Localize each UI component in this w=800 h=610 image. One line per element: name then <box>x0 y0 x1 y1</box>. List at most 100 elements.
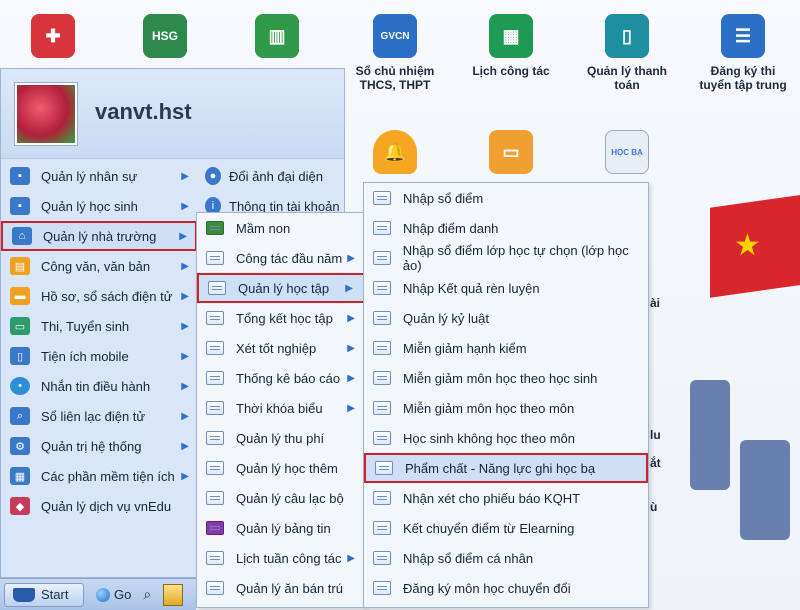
side-text: ù <box>650 500 658 514</box>
submenu-item-label: Đăng ký môn học chuyển đổi <box>403 580 571 596</box>
quan-ly-thanh-toan-label: Quản lý thanh toán <box>586 64 667 92</box>
registration-list-icon: ☰ <box>721 14 765 58</box>
lich-cong-tac-app[interactable]: ▦ Lịch công tác <box>466 14 556 78</box>
submenu-item-label: Xét tốt nghiệp <box>236 340 317 356</box>
wallet-app[interactable]: ▭ <box>466 130 556 180</box>
submenu-item-tong-ket[interactable]: Tổng kết học tập ▶ <box>197 303 365 333</box>
submenu-nha-truong: Mầm non Công tác đầu năm ▶ Quản lý học t… <box>196 212 366 608</box>
student-icon: ▪ <box>10 197 30 215</box>
submenu-item-thong-ke[interactable]: Thống kê báo cáo ▶ <box>197 363 365 393</box>
go-button[interactable]: Go <box>96 587 131 602</box>
submenu-item-mien-giam-hanh-kiem[interactable]: Miễn giảm hạnh kiểm <box>364 333 648 363</box>
quick-launch-icon[interactable] <box>163 583 184 606</box>
menu-item-doi-anh[interactable]: ● Đổi ảnh đại diện <box>199 161 345 191</box>
menu-item-quan-tri[interactable]: ⚙ Quản trị hệ thống ▶ <box>1 431 197 461</box>
menu-item-nhan-tin[interactable]: • Nhắn tin điều hành ▶ <box>1 371 197 401</box>
menu-item-so-lien-lac[interactable]: ⌕ Sổ liên lạc điện tử ▶ <box>1 401 197 431</box>
so-chu-nhiem-label: Sổ chủ nhiệm THCS, THPT <box>355 64 435 92</box>
submenu-item-bang-tin[interactable]: Quản lý bảng tin <box>197 513 365 543</box>
submenu-item-label: Miễn giảm môn học theo học sinh <box>403 370 598 386</box>
submenu-item-so-diem-ca-nhan[interactable]: Nhập sổ điểm cá nhân <box>364 543 648 573</box>
submenu-item-nhap-so-diem[interactable]: Nhập sổ điểm <box>364 183 648 213</box>
chevron-right-icon: ▶ <box>181 290 189 302</box>
start-button[interactable]: Start <box>4 582 84 607</box>
submenu-item-ren-luyen[interactable]: Nhập Kết quả rèn luyện <box>364 273 648 303</box>
quan-ly-thanh-toan-app[interactable]: ▯ Quản lý thanh toán <box>582 14 672 92</box>
submenu-item-lop-tu-chon[interactable]: Nhập sổ điểm lớp học tự chọn (lớp học ảo… <box>364 243 648 273</box>
submenu-item-label: Quản lý thu phí <box>236 430 325 446</box>
submenu-item-cau-lac-bo[interactable]: Quản lý câu lạc bộ <box>197 483 365 513</box>
menu-item-label: Sổ liên lạc điện tử <box>41 408 146 424</box>
menu-item-label: Quản trị hệ thống <box>41 438 142 454</box>
menu-item-nha-truong[interactable]: ⌂ Quản lý nhà trường ▶ <box>1 221 197 251</box>
submenu-item-mam-non[interactable]: Mầm non <box>197 213 365 243</box>
menu-item-thi-tuyen-sinh[interactable]: ▭ Thi, Tuyển sinh ▶ <box>1 311 197 341</box>
submenu-item-mon-chuyen-doi[interactable]: Đăng ký môn học chuyển đổi <box>364 573 648 603</box>
clipboard-app[interactable]: ▥ <box>232 14 322 64</box>
menu-item-hoc-sinh[interactable]: ▪ Quản lý học sinh ▶ <box>1 191 197 221</box>
list-window-icon <box>373 371 391 385</box>
list-window-icon <box>373 581 391 595</box>
submenu-item-hoc-them[interactable]: Quản lý học thêm <box>197 453 365 483</box>
phone-payment-icon: ▯ <box>605 14 649 58</box>
graduation-cap-icon <box>13 587 35 602</box>
list-window-icon <box>206 581 224 595</box>
submenu-item-ban-tru[interactable]: Quản lý ăn bán trú <box>197 573 365 603</box>
submenu-item-thoi-khoa-bieu[interactable]: Thời khóa biểu ▶ <box>197 393 365 423</box>
submenu-item-lich-tuan[interactable]: Lịch tuần công tác ▶ <box>197 543 365 573</box>
submenu-item-ket-chuyen-elearning[interactable]: Kết chuyển điểm từ Elearning <box>364 513 648 543</box>
apps-grid-icon: ▦ <box>10 467 30 485</box>
menu-item-nhan-su[interactable]: ▪ Quản lý nhân sự ▶ <box>1 161 197 191</box>
medical-kit-app[interactable]: ✚ <box>8 14 98 64</box>
submenu-item-label: Kết chuyển điểm từ Elearning <box>403 520 575 536</box>
user-header: vanvt.hst <box>1 69 344 159</box>
side-text: lu <box>650 428 661 442</box>
hsg-app[interactable]: HSG <box>120 14 210 64</box>
taskbar: Start Go ⌕ <box>0 578 196 610</box>
submenu-item-mien-giam-mon[interactable]: Miễn giảm môn học theo môn <box>364 393 648 423</box>
chevron-right-icon: ▶ <box>181 320 189 332</box>
start-label: Start <box>41 587 69 602</box>
clipboard-chart-icon: ▥ <box>255 14 299 58</box>
avatar[interactable] <box>15 83 77 145</box>
list-window-icon <box>206 371 224 385</box>
submenu-item-xet-tot-nghiep[interactable]: Xét tốt nghiệp ▶ <box>197 333 365 363</box>
submenu-item-label: Phẩm chất - Năng lực ghi học bạ <box>405 460 596 476</box>
submenu-item-diem-danh[interactable]: Nhập điểm danh <box>364 213 648 243</box>
submenu-item-khong-hoc-mon[interactable]: Học sinh không học theo môn <box>364 423 648 453</box>
submenu-item-label: Công tác đầu năm <box>236 250 343 266</box>
hoc-ba-app[interactable]: HỌC BẠ <box>582 130 672 180</box>
menu-item-dich-vu[interactable]: ◆ Quản lý dịch vụ vnEdu <box>1 491 197 521</box>
menu-item-phan-mem[interactable]: ▦ Các phần mềm tiện ích ▶ <box>1 461 197 491</box>
submenu-item-label: Nhập Kết quả rèn luyện <box>403 280 540 296</box>
submenu-item-pham-chat-nang-luc[interactable]: Phẩm chất - Năng lực ghi học bạ <box>364 453 648 483</box>
menu-item-cong-van[interactable]: ▤ Công văn, văn bản ▶ <box>1 251 197 281</box>
menu-item-ho-so[interactable]: ▬ Hồ sơ, sổ sách điện tử ▶ <box>1 281 197 311</box>
submenu-item-label: Nhập điểm danh <box>403 220 499 236</box>
list-window-icon <box>373 491 391 505</box>
so-chu-nhiem-app[interactable]: GVCN Sổ chủ nhiệm THCS, THPT <box>350 14 440 92</box>
submenu-item-quan-ly-hoc-tap[interactable]: Quản lý học tập ▶ <box>197 273 365 303</box>
list-window-icon <box>373 551 391 565</box>
mobile-icon: ▯ <box>10 347 30 365</box>
submenu-item-nhan-xet-kqht[interactable]: Nhận xét cho phiếu báo KQHT <box>364 483 648 513</box>
submenu-item-cong-tac-dau-nam[interactable]: Công tác đầu năm ▶ <box>197 243 365 273</box>
submenu-item-thu-phi[interactable]: Quản lý thu phí <box>197 423 365 453</box>
news-icon <box>206 521 224 535</box>
go-label: Go <box>114 587 132 602</box>
start-menu-left: ▪ Quản lý nhân sự ▶ ▪ Quản lý học sinh ▶… <box>1 161 197 521</box>
school-icon: ⌂ <box>12 227 32 245</box>
submenu-item-label: Quản lý học thêm <box>236 460 338 476</box>
menu-item-tien-ich-mobile[interactable]: ▯ Tiện ích mobile ▶ <box>1 341 197 371</box>
gvcn-book-icon: GVCN <box>373 14 417 58</box>
search-icon[interactable]: ⌕ <box>139 586 155 603</box>
notification-app[interactable]: 🔔 <box>350 130 440 180</box>
submenu-item-ky-luat[interactable]: Quản lý kỷ luật <box>364 303 648 333</box>
chevron-right-icon: ▶ <box>181 350 189 362</box>
submenu-item-label: Quản lý ăn bán trú <box>236 580 343 596</box>
list-window-icon <box>373 401 391 415</box>
submenu-item-label: Nhập sổ điểm lớp học tự chọn (lớp học ảo… <box>402 243 629 273</box>
list-window-icon <box>373 281 391 295</box>
dang-ky-thi-app[interactable]: ☰ Đăng ký thi tuyển tập trung <box>698 14 788 92</box>
submenu-item-mien-giam-hoc-sinh[interactable]: Miễn giảm môn học theo học sinh <box>364 363 648 393</box>
